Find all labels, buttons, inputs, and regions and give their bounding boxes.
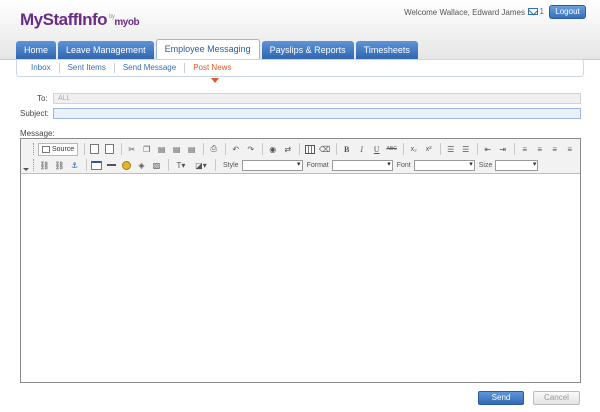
cancel-button[interactable]: Cancel [533,391,580,405]
subject-input[interactable] [53,108,581,119]
strikethrough-button[interactable]: ABC [385,143,398,156]
select-all-icon[interactable] [303,143,316,156]
bold-button[interactable]: B [340,143,353,156]
tab-employee-messaging[interactable]: Employee Messaging [155,39,260,59]
subnav-send-message[interactable]: Send Message [115,63,186,73]
redo-icon[interactable]: ↷ [244,143,257,156]
toolbar-separator [215,159,216,171]
unlink-icon[interactable]: ⛓ [53,159,66,172]
tab-payslips-reports[interactable]: Payslips & Reports [261,41,354,59]
horizontal-rule-icon[interactable] [105,159,118,172]
new-page-icon[interactable] [88,143,101,156]
toolbar-separator [514,143,516,155]
size-dropdown[interactable] [495,159,539,171]
active-subnav-caret-icon [211,78,219,83]
envelope-icon [527,8,538,15]
to-field: ALL [53,93,581,104]
find-icon[interactable]: ◉ [266,143,279,156]
toolbar-row-1: Source ✂ ❐ ▤ ▤ ▤ ⎙ ↶ ↷ ◉ ⇄ ⌫ B I U ABC x… [33,142,578,156]
toolbar-separator [203,143,205,155]
toolbar-row-2: ⛓ ⛓ ⚓ ◈ ▧ T▾ ◪▾ Style Format Font Size [33,158,539,172]
link-icon[interactable]: ⛓ [38,159,51,172]
tab-leave-management[interactable]: Leave Management [58,41,154,59]
toolbar-separator [403,143,405,155]
sub-navigation: Inbox Sent Items Send Message Post News [16,59,584,77]
page-break-icon[interactable]: ▧ [150,159,163,172]
mail-count: 1 [539,7,544,16]
bulleted-list-icon[interactable]: ☰ [459,143,472,156]
italic-button[interactable]: I [355,143,368,156]
toolbar-separator [84,143,86,155]
subnav-sent-items[interactable]: Sent Items [60,63,115,73]
toolbar-separator [225,143,227,155]
source-label: Source [52,145,75,153]
toolbar-separator [440,143,442,155]
remove-format-icon[interactable]: ⌫ [318,143,331,156]
tab-timesheets[interactable]: Timesheets [355,41,418,59]
numbered-list-icon[interactable]: ☰ [444,143,457,156]
brand-name: MyStaffInfo [20,10,108,29]
outdent-icon[interactable]: ⇤ [481,143,494,156]
source-button[interactable]: Source [38,142,79,156]
smiley-icon[interactable] [120,159,133,172]
subscript-button[interactable]: x₂ [407,143,420,156]
font-label: Font [396,161,411,169]
welcome-text: Welcome Wallace, Edward James [404,8,525,17]
to-label: To: [37,94,48,103]
align-right-icon[interactable]: ≡ [548,143,561,156]
send-button[interactable]: Send [478,391,524,405]
brand-logo[interactable]: MyStaffInfo bymyob [20,10,140,30]
text-color-icon[interactable]: T▾ [172,159,190,172]
style-dropdown[interactable] [241,159,303,171]
brand-partner: myob [114,17,140,28]
toolbar-separator [336,143,338,155]
editor-toolbar: Source ✂ ❐ ▤ ▤ ▤ ⎙ ↶ ↷ ◉ ⇄ ⌫ B I U ABC x… [21,139,580,174]
background-color-icon[interactable]: ◪▾ [192,159,210,172]
table-icon[interactable] [90,159,103,172]
paste-text-icon[interactable]: ▤ [170,143,183,156]
toolbar-grip [33,143,36,155]
preview-icon[interactable] [103,143,116,156]
message-label: Message: [20,129,55,138]
underline-button[interactable]: U [370,143,383,156]
toolbar-separator [86,159,87,171]
toolbar-separator [262,143,264,155]
main-tabs: Home Leave Management Employee Messaging… [16,39,420,59]
toolbar-separator [477,143,479,155]
tab-home[interactable]: Home [16,41,57,59]
toolbar-separator [121,143,123,155]
font-dropdown[interactable] [413,159,475,171]
print-icon[interactable]: ⎙ [207,143,220,156]
message-body-area[interactable] [21,174,580,382]
logout-button[interactable]: Logout [549,5,586,19]
indent-icon[interactable]: ⇥ [496,143,509,156]
mail-indicator[interactable]: 1 [527,7,544,16]
subnav-inbox[interactable]: Inbox [23,63,60,73]
cut-icon[interactable]: ✂ [125,143,138,156]
style-label: Style [223,161,239,169]
paste-icon[interactable]: ▤ [155,143,168,156]
toolbar-grip [33,159,36,171]
replace-icon[interactable]: ⇄ [281,143,294,156]
anchor-icon[interactable]: ⚓ [68,159,81,172]
subject-label: Subject: [20,109,49,118]
toolbar-separator [168,159,169,171]
collapse-toolbar-icon[interactable] [23,168,29,171]
format-label: Format [306,161,329,169]
subnav-post-news[interactable]: Post News [185,63,239,73]
undo-icon[interactable]: ↶ [229,143,242,156]
toolbar-separator [299,143,301,155]
special-char-icon[interactable]: ◈ [135,159,148,172]
format-dropdown[interactable] [331,159,393,171]
align-center-icon[interactable]: ≡ [533,143,546,156]
paste-word-icon[interactable]: ▤ [185,143,198,156]
superscript-button[interactable]: x² [422,143,435,156]
align-left-icon[interactable]: ≡ [518,143,531,156]
size-label: Size [478,161,493,169]
justify-icon[interactable]: ≡ [563,143,576,156]
rich-text-editor: Source ✂ ❐ ▤ ▤ ▤ ⎙ ↶ ↷ ◉ ⇄ ⌫ B I U ABC x… [20,138,581,383]
copy-icon[interactable]: ❐ [140,143,153,156]
source-icon [42,145,50,153]
